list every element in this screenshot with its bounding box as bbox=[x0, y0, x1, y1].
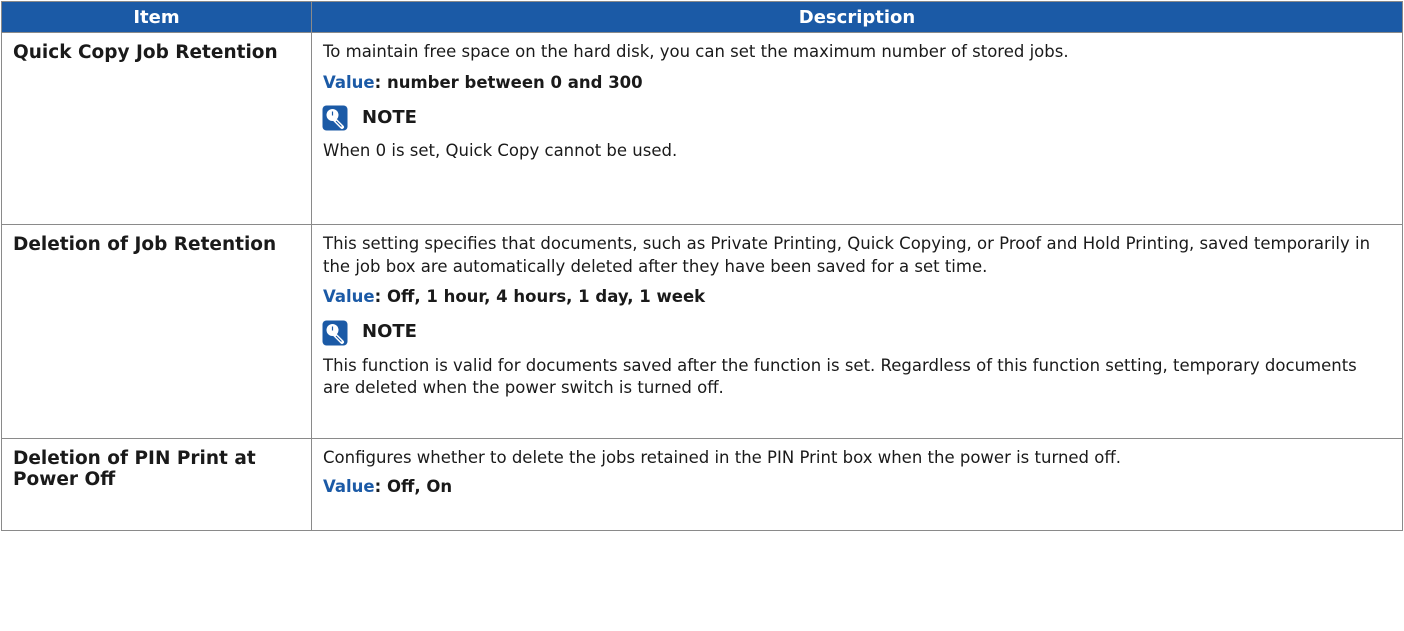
description-cell: To maintain free space on the hard disk,… bbox=[311, 32, 1403, 225]
item-cell: Deletion of PIN Print at Power Off bbox=[1, 438, 312, 531]
item-cell: Quick Copy Job Retention bbox=[1, 32, 312, 225]
note-heading: NOTE bbox=[322, 105, 1386, 131]
note-heading: NOTE bbox=[322, 320, 1386, 346]
table-row: Deletion of PIN Print at Power Off Confi… bbox=[1, 438, 1403, 531]
note-text: This function is valid for documents sav… bbox=[323, 355, 1357, 398]
header-item: Item bbox=[1, 1, 312, 33]
note-text: When 0 is set, Quick Copy cannot be used… bbox=[323, 141, 678, 160]
value-label: Value bbox=[323, 476, 375, 496]
description-cell: Configures whether to delete the jobs re… bbox=[311, 438, 1403, 531]
description-text: This setting specifies that documents, s… bbox=[323, 234, 1371, 276]
value-line: Value: Off, 1 hour, 4 hours, 1 day, 1 we… bbox=[323, 286, 1386, 309]
description-text: To maintain free space on the hard disk,… bbox=[323, 42, 1069, 61]
table-header-row: Item Description bbox=[1, 1, 1403, 33]
item-cell: Deletion of Job Retention bbox=[1, 224, 312, 439]
value-line: Value: Off, On bbox=[323, 476, 1386, 499]
table-row: Deletion of Job Retention This setting s… bbox=[1, 224, 1403, 439]
note-lightbulb-icon bbox=[322, 320, 348, 346]
note-lightbulb-icon bbox=[322, 105, 348, 131]
settings-table: Item Description Quick Copy Job Retentio… bbox=[1, 1, 1403, 531]
value-text: : Off, 1 hour, 4 hours, 1 day, 1 week bbox=[374, 287, 706, 306]
header-description: Description bbox=[311, 1, 1403, 33]
description-cell: This setting specifies that documents, s… bbox=[311, 224, 1403, 439]
value-label: Value bbox=[323, 72, 375, 92]
value-label: Value bbox=[323, 287, 375, 306]
value-line: Value: number between 0 and 300 bbox=[323, 72, 1386, 95]
value-text: : number between 0 and 300 bbox=[374, 72, 643, 92]
description-text: Configures whether to delete the jobs re… bbox=[323, 448, 1121, 467]
note-title: NOTE bbox=[362, 106, 417, 128]
note-title: NOTE bbox=[362, 321, 417, 343]
table-row: Quick Copy Job Retention To maintain fre… bbox=[1, 32, 1403, 225]
value-text: : Off, On bbox=[374, 476, 453, 496]
